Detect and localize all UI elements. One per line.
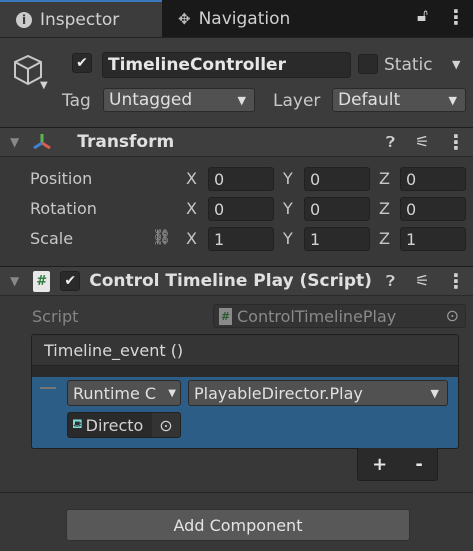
chevron-down-icon: ▼ bbox=[168, 387, 176, 399]
axis-label: Z bbox=[379, 169, 390, 188]
script-value: ControlTimelinePlay bbox=[237, 306, 397, 326]
layer-dropdown[interactable]: Default ▼ bbox=[332, 88, 466, 112]
position-z-input[interactable]: 0 bbox=[400, 167, 466, 191]
script-icon: # bbox=[33, 270, 51, 292]
foldout-arrow-icon[interactable]: ▼ bbox=[10, 274, 19, 288]
field-label: Rotation bbox=[30, 199, 97, 218]
object-picker-icon[interactable]: ⊙ bbox=[152, 413, 180, 437]
position-x-input[interactable]: 0 bbox=[208, 167, 274, 191]
event-listener-row[interactable]: Runtime C ▼ PlayableDirector.Play ▼ ⛾ Dire… bbox=[32, 377, 458, 448]
tab-label: Navigation bbox=[198, 8, 291, 29]
rotation-y-input[interactable]: 0 bbox=[304, 197, 370, 221]
scale-row: Scale ⛓︎ X 1 Y 1 Z 1 bbox=[0, 227, 473, 251]
static-dropdown-icon[interactable]: ▼ bbox=[452, 58, 460, 71]
tag-dropdown[interactable]: Untagged ▼ bbox=[103, 88, 255, 112]
scale-x-input[interactable]: 1 bbox=[208, 227, 274, 251]
static-label: Static bbox=[384, 55, 433, 75]
playable-director-icon: ⛾ bbox=[72, 416, 83, 432]
more-options-icon[interactable]: ⋮ bbox=[446, 269, 466, 293]
position-row: Position X 0 Y 0 Z 0 bbox=[0, 167, 473, 191]
target-object-field[interactable]: ⛾ Directo ⊙ bbox=[67, 412, 181, 438]
drag-handle-icon[interactable] bbox=[40, 387, 56, 389]
tag-label: Tag bbox=[62, 91, 91, 111]
transform-header[interactable]: ▼ Transform ❓︎ ⚟ ⋮ bbox=[0, 127, 473, 157]
unity-event-box: Timeline_event () Runtime C ▼ PlayableDir… bbox=[31, 334, 459, 449]
tab-inspector[interactable]: i Inspector bbox=[0, 0, 162, 37]
axis-label: X bbox=[186, 229, 197, 248]
axis-label: Z bbox=[379, 229, 390, 248]
tab-label: Inspector bbox=[40, 9, 120, 30]
axis-label: X bbox=[186, 199, 197, 218]
static-checkbox[interactable] bbox=[358, 54, 378, 74]
gameobject-header: ▼ ✔ TimelineController Static ▼ Tag Unta… bbox=[0, 37, 473, 127]
remove-listener-button[interactable]: - bbox=[415, 454, 422, 475]
rotation-x-input[interactable]: 0 bbox=[208, 197, 274, 221]
function-value: PlayableDirector.Play bbox=[194, 383, 363, 403]
script-label: Script bbox=[32, 307, 79, 326]
more-options-icon[interactable]: ⋮ bbox=[446, 130, 466, 154]
script-field[interactable]: # ControlTimelinePlay ⊙ bbox=[213, 304, 466, 328]
runtime-value: Runtime C bbox=[73, 383, 157, 403]
tag-value: Untagged bbox=[109, 90, 193, 110]
active-checkbox[interactable]: ✔ bbox=[72, 53, 92, 73]
presets-icon[interactable]: ⚟ bbox=[415, 132, 429, 151]
tab-bar: i Inspector ✥ Navigation 🔓︎ ⋮ bbox=[0, 0, 473, 37]
icon-dropdown-icon[interactable]: ▼ bbox=[40, 80, 48, 91]
script-enabled-checkbox[interactable]: ✔ bbox=[60, 271, 81, 291]
info-icon: i bbox=[16, 11, 32, 28]
component-title: Transform bbox=[77, 132, 175, 152]
event-header: Timeline_event () bbox=[32, 335, 458, 366]
runtime-dropdown[interactable]: Runtime C ▼ bbox=[67, 380, 181, 406]
target-value: Directo bbox=[85, 415, 144, 435]
axis-label: Y bbox=[283, 229, 293, 248]
position-y-input[interactable]: 0 bbox=[304, 167, 370, 191]
field-label: Position bbox=[30, 169, 93, 188]
name-input[interactable]: TimelineController bbox=[102, 52, 351, 78]
script-icon: # bbox=[219, 307, 232, 325]
constrain-proportions-icon[interactable]: ⛓︎ bbox=[152, 228, 171, 246]
lock-icon[interactable]: 🔓︎ bbox=[417, 6, 428, 26]
chevron-down-icon: ▼ bbox=[430, 386, 439, 400]
scale-z-input[interactable]: 1 bbox=[400, 227, 466, 251]
component-title: Control Timeline Play (Script) bbox=[89, 271, 372, 291]
chevron-down-icon: ▼ bbox=[237, 93, 246, 107]
add-listener-button[interactable]: + bbox=[372, 454, 387, 475]
help-icon[interactable]: ❓︎ bbox=[386, 133, 395, 151]
axis-label: Z bbox=[379, 199, 390, 218]
field-label: Scale bbox=[30, 229, 74, 248]
script-component-header[interactable]: ▼ # ✔ Control Timeline Play (Script) ❓︎ … bbox=[0, 266, 473, 296]
object-picker-icon[interactable]: ⊙ bbox=[446, 306, 459, 325]
list-footer: + - bbox=[357, 448, 438, 481]
more-options-icon[interactable]: ⋮ bbox=[446, 5, 466, 29]
help-icon[interactable]: ❓︎ bbox=[386, 272, 395, 290]
layer-label: Layer bbox=[273, 91, 321, 111]
function-dropdown[interactable]: PlayableDirector.Play ▼ bbox=[188, 380, 448, 406]
navigation-icon: ✥ bbox=[178, 9, 191, 28]
axis-label: Y bbox=[283, 199, 293, 218]
rotation-row: Rotation X 0 Y 0 Z 0 bbox=[0, 197, 473, 221]
chevron-down-icon: ▼ bbox=[448, 93, 457, 107]
foldout-arrow-icon[interactable]: ▼ bbox=[10, 135, 19, 149]
tab-navigation[interactable]: ✥ Navigation bbox=[162, 0, 290, 37]
divider bbox=[0, 492, 473, 493]
rotation-z-input[interactable]: 0 bbox=[400, 197, 466, 221]
axis-label: X bbox=[186, 169, 197, 188]
axis-label: Y bbox=[283, 169, 293, 188]
add-component-button[interactable]: Add Component bbox=[66, 509, 410, 541]
transform-icon bbox=[33, 134, 52, 150]
scale-y-input[interactable]: 1 bbox=[304, 227, 370, 251]
presets-icon[interactable]: ⚟ bbox=[415, 271, 429, 290]
layer-value: Default bbox=[338, 90, 401, 110]
